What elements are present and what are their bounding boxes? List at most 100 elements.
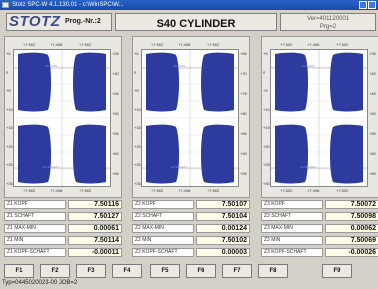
measurement-value-box: 7.50069 <box>325 236 378 245</box>
y-tick-left: +15 <box>263 125 270 130</box>
x-tick-bottom: +7.502 <box>280 188 293 193</box>
measurement-value-box: -0.00011 <box>68 248 122 257</box>
measurement-value: 0.00124 <box>221 225 247 232</box>
stotz-logo: STOTZ <box>9 13 61 30</box>
y-tick-right: +90 <box>240 151 247 156</box>
x-tick-bottom: +7.502 <box>151 188 164 193</box>
y-tick-left: +25 <box>6 162 13 167</box>
profile-left-top <box>275 52 308 112</box>
measurement-label: Z3 SCHAFT <box>264 213 292 219</box>
function-key-f8[interactable]: F8 <box>258 264 288 278</box>
marker-top-label: Z2 KOPF <box>173 64 186 68</box>
measurement-label: Z2 KOPF <box>135 201 156 207</box>
type-title-box: S40 CYLINDER <box>115 13 277 31</box>
measurement-label: Z1 MIN <box>7 237 24 243</box>
gauge-panel-3: +7.502 +7.498 +7.502 +7.502 +7.498 +7.502 +5 0 +… <box>261 36 378 198</box>
y-tick-right: +65 <box>240 51 247 56</box>
gauge-panel-1: +7.502 +7.498 +7.502 +7.502 +7.498 +7.502 +5 0 +… <box>4 36 122 198</box>
measurement-label: Z1 SCHAFT <box>7 213 35 219</box>
measurement-value: 7.50102 <box>221 237 247 244</box>
y-tick-left: +15 <box>134 125 141 130</box>
x-tick-top: +7.502 <box>151 42 164 47</box>
measurement-value-box: 0.00003 <box>196 248 250 257</box>
y-tick-right: +55 <box>112 131 119 136</box>
measurement-label-box: Z3 SCHAFT <box>261 212 323 221</box>
measurement-label-box: Z3 KOPF <box>261 200 323 209</box>
measurement-label-box: Z3 MIN <box>261 236 323 245</box>
function-key-f1[interactable]: F1 <box>4 264 34 278</box>
y-tick-left: +25 <box>263 162 270 167</box>
y-tick-left: +15 <box>6 125 13 130</box>
measurement-label-box: Z1 MIN <box>4 236 66 245</box>
measurement-value-box: 7.50114 <box>68 236 122 245</box>
minimize-button[interactable] <box>359 1 367 9</box>
profile-left-bottom <box>275 124 308 184</box>
y-tick-right: +35 <box>369 51 376 56</box>
measurement-value: 7.50127 <box>93 213 119 220</box>
y-tick-left: +30 <box>134 180 141 186</box>
x-tick-bottom: +7.498 <box>178 188 191 193</box>
measurement-label: Z3 MAX-MIN <box>264 225 293 231</box>
y-tick-left: +5 <box>263 88 268 93</box>
function-key-f5[interactable]: F5 <box>150 264 180 278</box>
measurement-label: Z2 MIN <box>135 237 152 243</box>
x-tick-bottom: +7.502 <box>23 188 36 193</box>
y-tick-left: +5 <box>134 51 139 56</box>
window-titlebar: Stotz SPC-W 4.1.130.01 - c:\WinSPC\W... <box>0 0 378 10</box>
measurement-label: Z1 KOPF <box>7 201 28 207</box>
program-number: Prog.-Nr.:2 <box>65 18 101 25</box>
measurement-value-box: 7.50072 <box>325 200 378 209</box>
measurement-label-box: Z1 KOPF-SCHAFT <box>4 248 66 257</box>
function-key-f3[interactable]: F3 <box>76 264 106 278</box>
measurement-value: -0.00011 <box>91 249 119 256</box>
y-tick-right: +45 <box>369 91 376 96</box>
y-tick-left: +20 <box>263 143 270 149</box>
x-tick-top: +7.502 <box>23 42 36 47</box>
measurement-value: 7.50116 <box>94 201 119 208</box>
x-tick-top: +7.498 <box>307 42 320 47</box>
y-tick-left: +5 <box>134 88 139 93</box>
y-tick-left: +25 <box>134 162 141 167</box>
measurement-value: 7.50069 <box>350 237 376 244</box>
measurement-label: Z3 MIN <box>264 237 281 243</box>
measurement-value-box: 7.50116 <box>68 200 122 209</box>
measurement-value-box: 7.50102 <box>196 236 250 245</box>
y-tick-left: 0 <box>134 69 137 75</box>
function-key-f9[interactable]: F9 <box>322 264 352 278</box>
version-box: Ver=401120001 Prg=2 <box>280 13 376 31</box>
measurement-label: Z2 SCHAFT <box>135 213 163 219</box>
version-text: Ver=401120001 <box>306 16 350 22</box>
type-title: S40 CYLINDER <box>156 18 236 30</box>
y-tick-left: +10 <box>134 106 141 112</box>
y-tick-left: +30 <box>6 180 13 186</box>
y-tick-left: 0 <box>263 69 266 75</box>
y-tick-right: +70 <box>240 71 247 76</box>
function-key-f4[interactable]: F4 <box>112 264 142 278</box>
y-tick-right: +35 <box>112 51 119 56</box>
profile-right-top <box>73 52 106 112</box>
measurement-label-box: Z2 SCHAFT <box>132 212 194 221</box>
gauge-panel-2: +7.502 +7.498 +7.502 +7.502 +7.498 +7.502 +5 0 +… <box>132 36 250 198</box>
y-tick-left: +20 <box>6 143 13 149</box>
measurement-value-box: 7.50104 <box>196 212 250 221</box>
function-key-f2[interactable]: F2 <box>40 264 70 278</box>
x-tick-bottom: +7.502 <box>207 188 220 193</box>
x-tick-top: +7.498 <box>50 42 63 47</box>
y-tick-right: +65 <box>369 171 376 176</box>
marker-bottom-label: Z2 SCHAFT <box>171 165 188 169</box>
measurement-value: 7.50107 <box>221 201 247 208</box>
function-key-f6[interactable]: F6 <box>186 264 216 278</box>
profile-right-bottom <box>201 124 234 184</box>
y-tick-right: +50 <box>112 111 119 116</box>
marker-bottom-label: Z3 SCHAFT <box>300 165 317 169</box>
profile-left-bottom <box>18 124 51 184</box>
bore-profile-plot <box>270 49 368 187</box>
y-tick-left: +10 <box>263 106 270 112</box>
x-tick-top: +7.502 <box>207 42 220 47</box>
program-text: Prg=2 <box>319 24 337 30</box>
function-key-f7[interactable]: F7 <box>222 264 252 278</box>
close-button[interactable] <box>368 1 376 9</box>
y-tick-left: +30 <box>263 180 270 186</box>
measurement-label-box: Z2 MIN <box>132 236 194 245</box>
profile-left-top <box>18 52 51 112</box>
